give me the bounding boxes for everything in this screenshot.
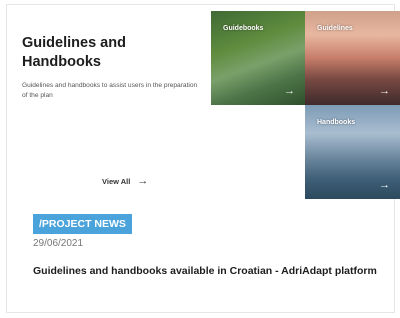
tile-guidelines[interactable]: Guidelines → [305,11,400,105]
tile-guidebooks-label: Guidebooks [223,25,264,32]
arrow-right-icon: → [379,85,390,97]
news-category-badge[interactable]: /PROJECT NEWS [33,214,132,234]
tile-handbooks[interactable]: Handbooks → [305,105,400,199]
tile-guidebooks[interactable]: Guidebooks → [211,11,305,105]
section-description: Guidelines and handbooks to assist users… [22,82,198,99]
tile-handbooks-label: Handbooks [317,119,356,126]
view-all-label: View All [102,176,131,186]
arrow-right-icon: → [379,179,390,191]
arrow-right-icon: → [284,85,295,97]
arrow-right-icon: → [137,175,149,187]
view-all-link[interactable]: View All → [102,175,148,187]
news-date: 29/06/2021 [33,238,84,249]
news-title-link[interactable]: Guidelines and handbooks available in Cr… [33,263,383,279]
tile-guidelines-label: Guidelines [317,25,353,32]
section-title: Guidelines and Handbooks [22,35,126,70]
